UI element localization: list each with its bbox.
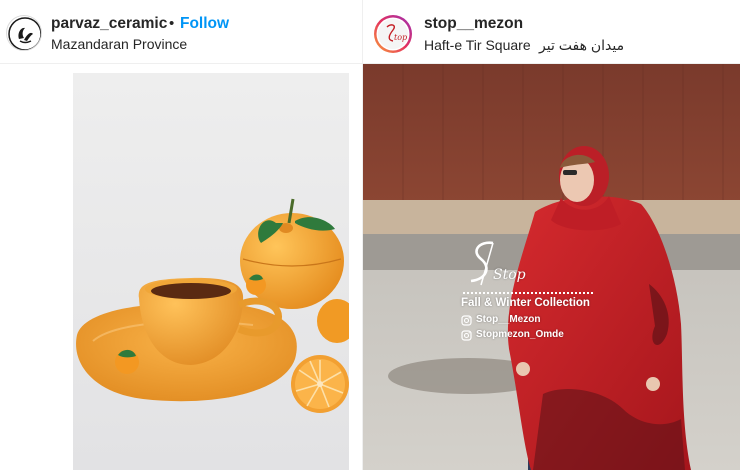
overlay-dotted-divider: [463, 292, 593, 294]
left-post-image[interactable]: [73, 73, 349, 470]
instagram-icon: [461, 315, 472, 326]
stop-logo-icon: top: [374, 15, 412, 53]
follow-button[interactable]: Follow: [180, 15, 229, 33]
instagram-icon: [461, 330, 472, 341]
svg-text:top: top: [394, 33, 407, 42]
fashion-photo: [363, 64, 740, 470]
left-post-username[interactable]: parvaz_ceramic: [51, 15, 167, 33]
separator-dot: •: [169, 15, 175, 32]
left-post-avatar[interactable]: [6, 15, 42, 51]
overlay-logo-text: Stop: [493, 267, 526, 283]
right-post-username[interactable]: stop__mezon: [424, 15, 523, 33]
right-post-header: top stop__mezon Haft-e Tir Square میدان …: [363, 0, 740, 64]
right-post-location[interactable]: Haft-e Tir Square: [424, 37, 531, 53]
right-post-avatar[interactable]: top: [373, 14, 413, 54]
left-post: parvaz_ceramic • Follow Mazandaran Provi…: [0, 0, 362, 470]
left-post-header: parvaz_ceramic • Follow Mazandaran Provi…: [0, 0, 362, 64]
ceramic-logo-icon: [8, 17, 41, 50]
overlay-handle-2: Stopmezon_Omde: [476, 329, 564, 340]
ceramic-photo: [73, 73, 349, 470]
overlay-collection-title: Fall & Winter Collection: [461, 297, 590, 309]
right-post-image[interactable]: Stop Fall & Winter Collection Stop__Mezo…: [363, 64, 740, 470]
right-post-location-native[interactable]: میدان هفت تیر: [539, 37, 624, 54]
right-post: top stop__mezon Haft-e Tir Square میدان …: [362, 0, 740, 470]
overlay-handle-1: Stop__Mezon: [476, 314, 541, 325]
left-post-location[interactable]: Mazandaran Province: [51, 36, 187, 52]
